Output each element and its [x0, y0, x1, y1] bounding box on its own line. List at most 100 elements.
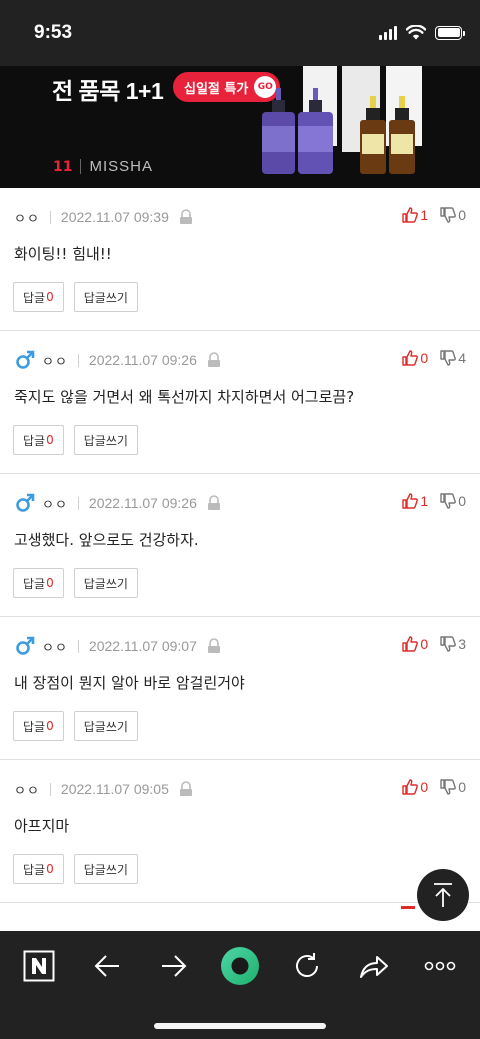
more-icon	[424, 961, 456, 971]
upvote-count: 0	[420, 636, 429, 652]
lock-icon	[207, 495, 220, 510]
write-reply-button[interactable]: 답글쓰기	[73, 282, 138, 312]
forward-arrow-icon	[162, 955, 187, 977]
downvote-count: 0	[458, 493, 466, 509]
thumbs-down-icon	[440, 493, 457, 509]
upvote-button[interactable]: 0	[402, 779, 428, 795]
comment-item: ㅇㅇ 2022.11.07 09:07 0 3 내 장점이 뭔지 알아 바로 암걸린거야…	[0, 617, 480, 760]
naver-home-button[interactable]	[19, 946, 59, 986]
reply-label: 답글	[23, 433, 46, 448]
downvote-button[interactable]: 4	[440, 350, 466, 366]
comment-item: ㅇㅇ 2022.11.07 09:39 1 0 화이팅!! 힘내!! 답글 0 답글쓰기	[0, 188, 480, 331]
reply-count: 0	[46, 290, 54, 304]
cellular-signal-icon	[379, 25, 397, 40]
downvote-button[interactable]: 0	[440, 493, 466, 509]
refresh-button[interactable]	[287, 946, 327, 986]
upvote-button[interactable]: 0	[402, 350, 428, 366]
thumbs-up-icon	[402, 779, 419, 795]
share-button[interactable]	[354, 946, 394, 986]
share-icon	[360, 956, 388, 978]
male-icon	[16, 636, 35, 655]
reply-count: 0	[46, 719, 54, 733]
reply-button[interactable]: 답글 0	[13, 854, 64, 884]
reply-label: 답글	[23, 719, 46, 734]
reply-count: 0	[46, 576, 54, 590]
comment-date: 2022.11.07 09:05	[60, 781, 169, 797]
comment-item: ㅇㅇ 2022.11.07 09:26 1 0 고생했다. 앞으로도 건강하자. 답글 0 답…	[0, 474, 480, 617]
comment-actions: 답글 0 답글쓰기	[13, 425, 138, 455]
comment-username: ㅇㅇ	[42, 640, 68, 656]
comment-item: ㅇㅇ 2022.11.07 09:26 0 4 죽지도 않을 거면서 왜 톡선까지 차지…	[0, 331, 480, 474]
upvote-count: 0	[420, 779, 429, 795]
reply-count: 0	[46, 433, 54, 447]
comment-text: 고생했다. 앞으로도 건강하자.	[14, 531, 199, 549]
downvote-button[interactable]: 0	[440, 779, 466, 795]
comment-text: 화이팅!! 힘내!!	[14, 245, 112, 263]
status-bar: 9:53	[0, 0, 480, 66]
comment-meta: ㅇㅇ 2022.11.07 09:26	[14, 492, 221, 514]
upvote-count: 1	[420, 207, 429, 223]
scroll-to-top-button[interactable]	[417, 869, 469, 921]
write-reply-button[interactable]: 답글쓰기	[73, 711, 138, 741]
comment-meta: ㅇㅇ 2022.11.07 09:26	[14, 349, 221, 371]
comment-username: ㅇㅇ	[42, 354, 68, 370]
male-icon	[16, 493, 35, 512]
status-icons	[379, 25, 465, 40]
product-bottles-image	[262, 66, 422, 174]
comment-votes: 10	[402, 207, 466, 223]
ad-headline: 전 품목 1+1	[52, 78, 164, 104]
ad-banner[interactable]: 전 품목 1+1 십일절 특가 GO 11 MISSHA	[0, 66, 480, 188]
reply-count: 0	[46, 862, 54, 876]
thumbs-down-icon	[440, 779, 457, 795]
green-dot-button[interactable]	[220, 946, 260, 986]
comment-votes: 04	[402, 350, 466, 366]
downvote-button[interactable]: 3	[440, 636, 466, 652]
ad-badge-text: 십일절 특가	[184, 81, 249, 97]
upvote-button[interactable]: 1	[402, 207, 428, 223]
comment-actions: 답글 0 답글쓰기	[13, 711, 138, 741]
male-icon	[16, 350, 35, 369]
thumbs-down-icon	[440, 350, 457, 366]
more-button[interactable]	[420, 946, 460, 986]
green-dot-icon	[221, 947, 259, 985]
wifi-icon	[406, 25, 426, 40]
comment-date: 2022.11.07 09:07	[88, 638, 197, 654]
reply-button[interactable]: 답글 0	[13, 425, 64, 455]
downvote-count: 0	[458, 207, 466, 223]
write-reply-button[interactable]: 답글쓰기	[73, 854, 138, 884]
comment-meta: ㅇㅇ 2022.11.07 09:39	[14, 206, 193, 228]
comment-date: 2022.11.07 09:26	[88, 352, 197, 368]
ad-11st-logo: 11	[53, 158, 73, 175]
reply-button[interactable]: 답글 0	[13, 711, 64, 741]
reply-button[interactable]: 답글 0	[13, 282, 64, 312]
home-indicator	[154, 1023, 326, 1029]
reply-button[interactable]: 답글 0	[13, 568, 64, 598]
comment-text: 내 장점이 뭔지 알아 바로 암걸린거야	[14, 674, 245, 692]
comment-username: ㅇㅇ	[14, 783, 40, 799]
downvote-count: 4	[458, 350, 466, 366]
thumbs-up-icon	[402, 636, 419, 652]
upvote-button[interactable]: 0	[402, 636, 428, 652]
forward-button[interactable]	[154, 946, 194, 986]
upvote-count: 0	[420, 350, 429, 366]
status-time: 9:53	[34, 22, 73, 43]
comment-meta: ㅇㅇ 2022.11.07 09:07	[14, 635, 221, 657]
write-reply-button[interactable]: 답글쓰기	[73, 568, 138, 598]
back-button[interactable]	[87, 946, 127, 986]
comment-meta: ㅇㅇ 2022.11.07 09:05	[14, 778, 193, 800]
comment-actions: 답글 0 답글쓰기	[13, 568, 138, 598]
refresh-icon	[296, 953, 318, 977]
upvote-button[interactable]: 1	[402, 493, 428, 509]
comment-username: ㅇㅇ	[14, 211, 40, 227]
thumbs-up-icon	[402, 350, 419, 366]
comment-item: ㅇㅇ 2022.11.07 09:05 0 0 아프지마 답글 0 답글쓰기	[0, 760, 480, 903]
downvote-button[interactable]: 0	[440, 207, 466, 223]
comment-text: 아프지마	[14, 817, 70, 835]
write-reply-button[interactable]: 답글쓰기	[73, 425, 138, 455]
thumbs-up-icon	[402, 493, 419, 509]
comment-votes: 03	[402, 636, 466, 652]
comment-votes: 00	[402, 779, 466, 795]
reply-label: 답글	[23, 290, 46, 305]
reply-label: 답글	[23, 862, 46, 877]
ad-brand-logo: MISSHA	[89, 158, 153, 175]
